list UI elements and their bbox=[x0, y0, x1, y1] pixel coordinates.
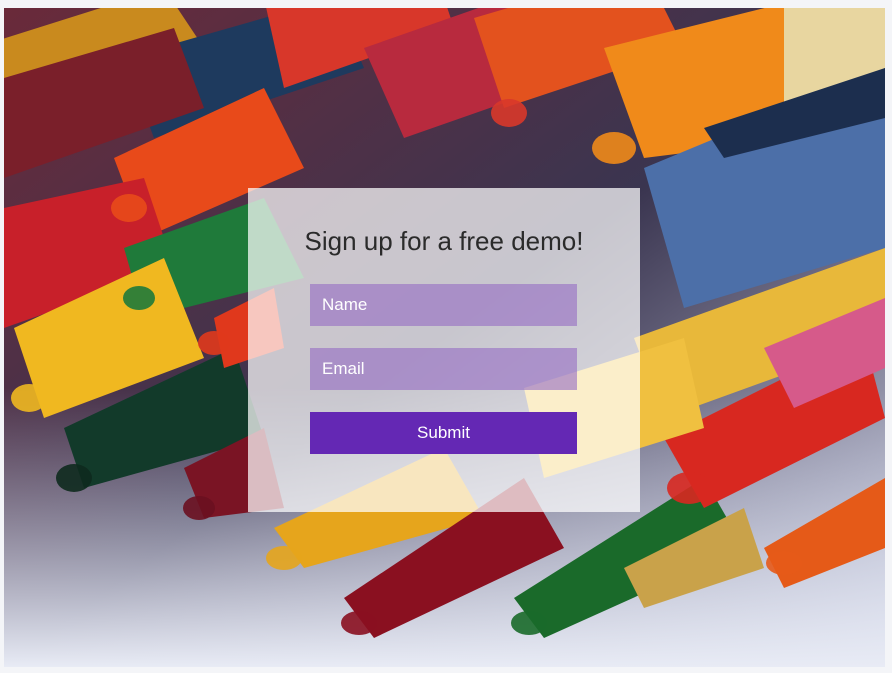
email-input[interactable] bbox=[310, 348, 577, 390]
form-title: Sign up for a free demo! bbox=[304, 226, 584, 256]
name-input[interactable] bbox=[310, 284, 577, 326]
hero-section: Sign up for a free demo! Submit bbox=[4, 8, 885, 667]
submit-button[interactable]: Submit bbox=[310, 412, 577, 454]
signup-form: Sign up for a free demo! Submit bbox=[248, 188, 640, 512]
